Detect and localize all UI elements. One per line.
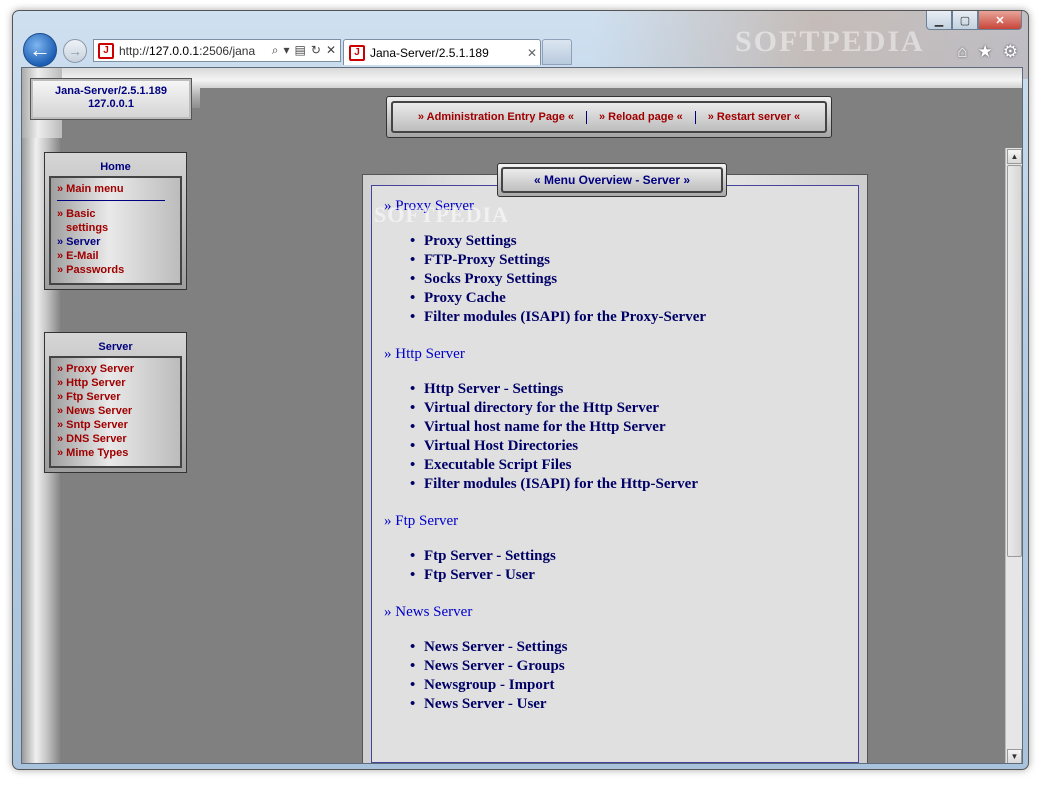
sntp-server-link[interactable]: » Sntp Server — [57, 418, 174, 432]
favicon-icon: J — [98, 42, 114, 59]
tab-favicon-icon: J — [349, 44, 365, 61]
list-item[interactable]: Virtual host name for the Http Server — [410, 418, 846, 437]
ftp-server-link[interactable]: » Ftp Server — [57, 390, 174, 404]
top-nav: » Administration Entry Page « » Reload p… — [391, 101, 827, 133]
menu-overview-title[interactable]: « Menu Overview - Server » — [501, 167, 723, 193]
url-rest: :2506/jana — [199, 43, 256, 58]
panel-divider — [57, 200, 165, 201]
list-item[interactable]: Filter modules (ISAPI) for the Proxy-Ser… — [410, 308, 846, 327]
restart-server-link[interactable]: » Restart server « — [696, 111, 812, 123]
maximize-icon[interactable]: ▢ — [952, 11, 978, 30]
list-item[interactable]: Proxy Settings — [410, 232, 846, 251]
url-host: 127.0.0.1 — [149, 43, 200, 58]
server-panel-menu: » Proxy Server » Http Server » Ftp Serve… — [49, 356, 182, 468]
http-server-link[interactable]: » Http Server — [57, 376, 174, 390]
scroll-up-icon[interactable]: ▲ — [1007, 149, 1022, 164]
home-icon[interactable]: ⌂ — [957, 42, 967, 62]
section-list: Proxy Settings FTP-Proxy Settings Socks … — [410, 232, 846, 327]
main-content: SOFTPEDIA » Proxy Server Proxy Settings … — [371, 185, 859, 763]
section-list: Http Server - Settings Virtual directory… — [410, 380, 846, 494]
section-heading[interactable]: » Proxy Server — [384, 198, 846, 215]
home-panel-title: Home — [100, 161, 131, 173]
dropdown-icon[interactable]: ▾ — [284, 43, 290, 58]
favorites-star-icon[interactable]: ★ — [978, 42, 993, 62]
address-bar[interactable]: J http://127.0.0.1:2506/jana ⌕ ▾ ▤ ↻ ✕ — [93, 39, 341, 62]
new-tab-button[interactable] — [542, 39, 572, 65]
passwords-link[interactable]: » Passwords — [57, 263, 174, 277]
list-item[interactable]: Virtual Host Directories — [410, 437, 846, 456]
section-heading[interactable]: » Http Server — [384, 346, 846, 363]
tab-close-icon[interactable]: ✕ — [524, 46, 540, 60]
top-nav-frame: » Administration Entry Page « » Reload p… — [386, 96, 832, 138]
close-window-icon[interactable]: ✕ — [978, 11, 1022, 30]
tab-jana-server[interactable]: J Jana-Server/2.5.1.189 ✕ — [343, 39, 541, 65]
list-item[interactable]: Http Server - Settings — [410, 380, 846, 399]
list-item[interactable]: FTP-Proxy Settings — [410, 251, 846, 270]
page-viewport: Jana-Server/2.5.1.189 127.0.0.1 » Admini… — [21, 67, 1023, 764]
list-item[interactable]: News Server - Settings — [410, 638, 846, 657]
main-menu-link[interactable]: » Main menu — [57, 182, 174, 196]
tab-title: Jana-Server/2.5.1.189 — [370, 45, 489, 60]
list-item[interactable]: Executable Script Files — [410, 456, 846, 475]
section-news-server: » News Server News Server - Settings New… — [384, 604, 846, 714]
server-link[interactable]: » Server — [57, 235, 174, 249]
section-proxy-server: » Proxy Server Proxy Settings FTP-Proxy … — [384, 198, 846, 327]
list-item[interactable]: Filter modules (ISAPI) for the Http-Serv… — [410, 475, 846, 494]
url-prefix: http:// — [119, 43, 150, 58]
stop-icon[interactable]: ✕ — [326, 43, 336, 58]
section-list: News Server - Settings News Server - Gro… — [410, 638, 846, 714]
section-heading[interactable]: » News Server — [384, 604, 846, 621]
list-item[interactable]: Virtual directory for the Http Server — [410, 399, 846, 418]
list-item[interactable]: Socks Proxy Settings — [410, 270, 846, 289]
scroll-down-icon[interactable]: ▼ — [1007, 749, 1022, 763]
basic-settings-link[interactable]: » Basic — [57, 207, 174, 221]
server-brand-box: Jana-Server/2.5.1.189 127.0.0.1 — [30, 78, 192, 120]
news-server-link[interactable]: » News Server — [57, 404, 174, 418]
section-http-server: » Http Server Http Server - Settings Vir… — [384, 346, 846, 494]
email-link[interactable]: » E-Mail — [57, 249, 174, 263]
scroll-thumb[interactable] — [1007, 165, 1022, 557]
server-panel: Server » Proxy Server » Http Server » Ft… — [44, 332, 187, 473]
back-arrow-icon: ← — [29, 37, 51, 62]
browser-toolbar-icons: ⌂ ★ ⚙ — [957, 42, 1018, 62]
list-item[interactable]: Proxy Cache — [410, 289, 846, 308]
list-item[interactable]: Newsgroup - Import — [410, 676, 846, 695]
tools-gear-icon[interactable]: ⚙ — [1003, 42, 1018, 62]
reload-page-link[interactable]: » Reload page « — [587, 111, 695, 123]
home-panel-menu: » Main menu » Basic settings » Server » … — [49, 176, 182, 285]
basic-settings-link-2[interactable]: settings — [57, 221, 174, 235]
forward-arrow-icon: → — [68, 43, 82, 59]
watermark-top: SOFTPEDIA — [735, 25, 925, 58]
proxy-server-link[interactable]: » Proxy Server — [57, 362, 174, 376]
brand-version: Jana-Server/2.5.1.189 — [55, 85, 167, 97]
compat-view-icon[interactable]: ▤ — [295, 43, 306, 58]
section-heading[interactable]: » Ftp Server — [384, 513, 846, 530]
refresh-icon[interactable]: ↻ — [311, 43, 321, 58]
main-content-frame: SOFTPEDIA » Proxy Server Proxy Settings … — [362, 174, 868, 763]
minimize-icon[interactable]: ▁ — [926, 11, 952, 30]
address-url[interactable]: http://127.0.0.1:2506/jana — [119, 44, 268, 58]
admin-entry-link[interactable]: » Administration Entry Page « — [406, 111, 586, 123]
back-button[interactable]: ← — [23, 33, 57, 67]
list-item[interactable]: News Server - Groups — [410, 657, 846, 676]
server-panel-title: Server — [98, 341, 133, 353]
mime-types-link[interactable]: » Mime Types — [57, 446, 174, 460]
window-controls: ▁ ▢ ✕ — [926, 11, 1022, 30]
list-item[interactable]: Ftp Server - User — [410, 566, 846, 585]
forward-button[interactable]: → — [63, 39, 87, 63]
section-ftp-server: » Ftp Server Ftp Server - Settings Ftp S… — [384, 513, 846, 585]
list-item[interactable]: Ftp Server - Settings — [410, 547, 846, 566]
browser-window: SOFTPEDIA ▁ ▢ ✕ ← → J http://127.0.0.1:2… — [12, 10, 1029, 770]
home-panel: Home » Main menu » Basic settings » Serv… — [44, 152, 187, 290]
section-list: Ftp Server - Settings Ftp Server - User — [410, 547, 846, 585]
search-icon[interactable]: ⌕ — [272, 43, 279, 58]
brand-host: 127.0.0.1 — [88, 98, 134, 110]
address-icons: ⌕ ▾ ▤ ↻ ✕ — [268, 43, 340, 58]
list-item[interactable]: News Server - User — [410, 695, 846, 714]
menu-overview-frame: « Menu Overview - Server » — [497, 163, 727, 197]
vertical-scrollbar[interactable]: ▲ ▼ — [1005, 148, 1022, 763]
dns-server-link[interactable]: » DNS Server — [57, 432, 174, 446]
